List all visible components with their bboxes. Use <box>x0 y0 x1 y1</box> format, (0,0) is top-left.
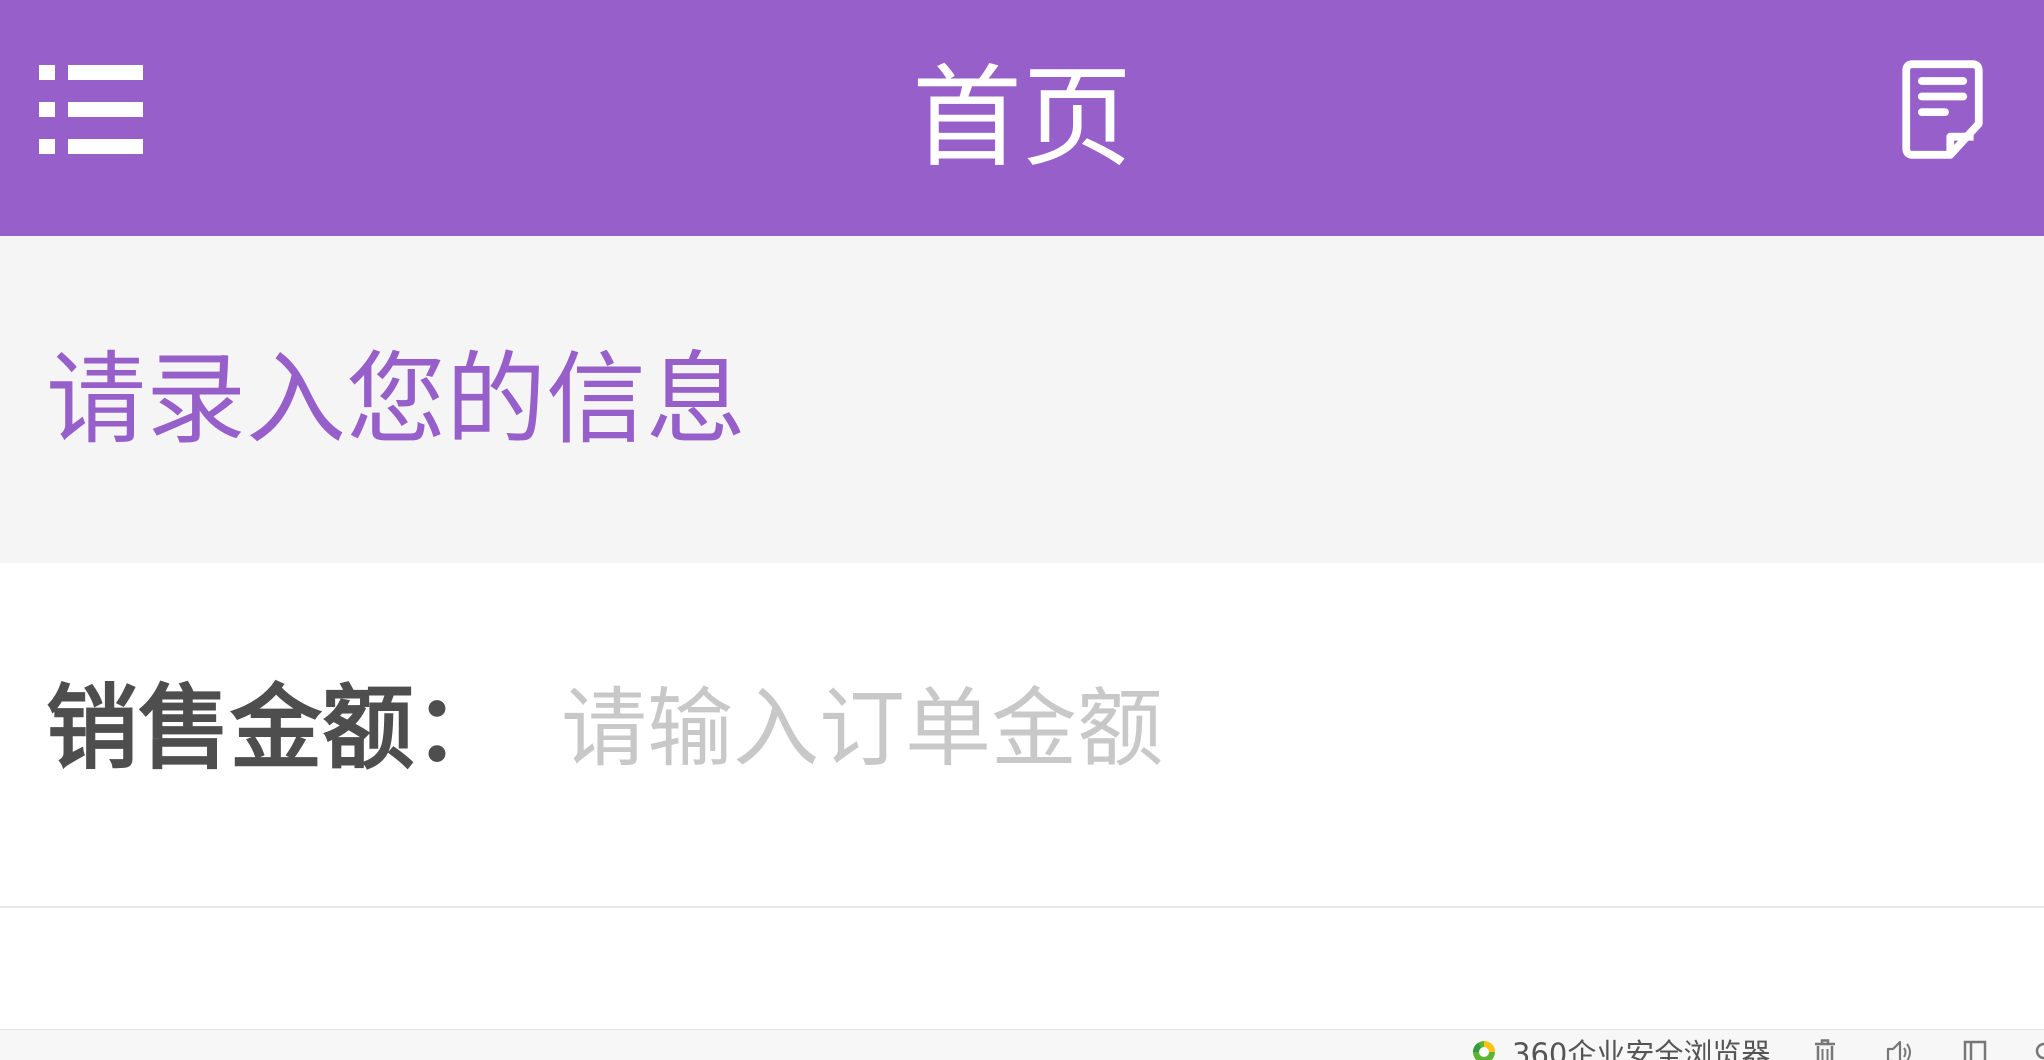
note-edit-icon <box>1902 60 1983 159</box>
360-browser-logo-icon <box>1470 1039 1498 1060</box>
app-page: 首页 请录入您的信息 销售金额： 360企业安全浏览器 <box>0 0 2044 1060</box>
sales-amount-row: 销售金额： <box>0 563 2044 906</box>
section-heading: 请录入您的信息 <box>46 341 746 458</box>
speaker-icon[interactable] <box>1886 1039 1914 1060</box>
trash-icon[interactable] <box>1812 1039 1838 1060</box>
page-title: 首页 <box>912 54 1132 182</box>
sales-amount-label: 销售金额： <box>46 675 507 782</box>
window-icon[interactable] <box>1962 1039 1988 1060</box>
menu-button[interactable] <box>39 65 143 154</box>
info-section-header: 请录入您的信息 <box>0 236 2044 563</box>
browser-status-bar: 360企业安全浏览器 <box>0 1029 2044 1060</box>
search-icon[interactable] <box>2032 1039 2044 1060</box>
sales-amount-input[interactable] <box>561 674 1961 784</box>
menu-list-icon <box>39 65 143 154</box>
notes-button[interactable] <box>1901 59 1984 160</box>
top-app-bar: 首页 <box>0 0 2044 236</box>
row-divider <box>0 906 2044 908</box>
browser-name: 360企业安全浏览器 <box>1512 1037 1771 1060</box>
